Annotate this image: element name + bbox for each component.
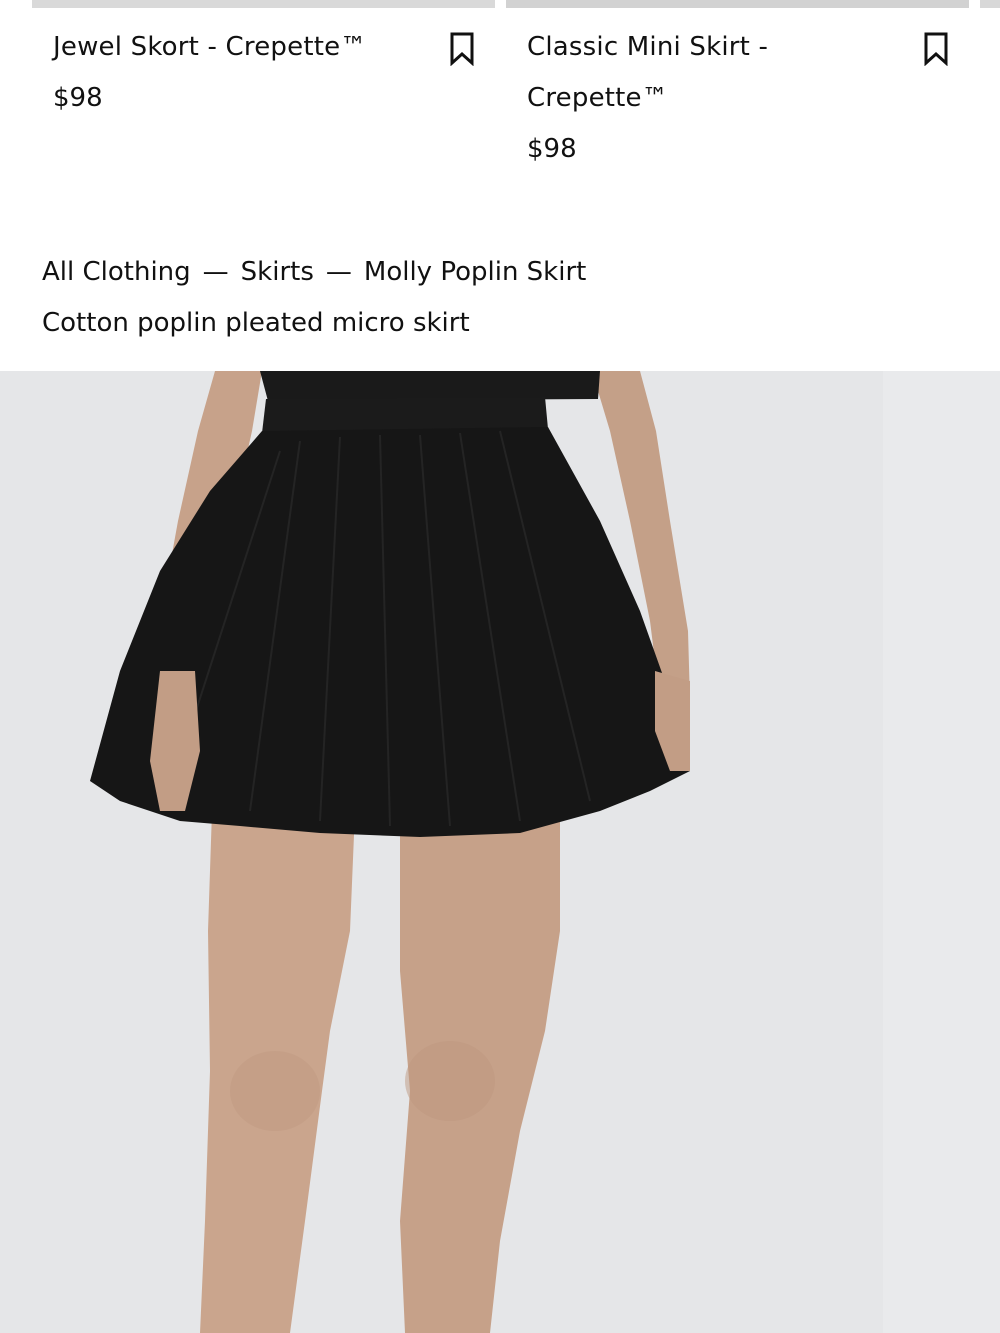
breadcrumb: All Clothing — Skirts — Molly Poplin Skirt [42,250,586,294]
product-card-price: $98 [53,83,103,113]
breadcrumb-skirts[interactable]: Skirts [241,257,314,287]
related-products-row: Jewel Skort - Crepette™ $98 Classic Mini… [0,0,1000,220]
breadcrumb-separator: — [325,257,352,287]
product-card-title[interactable]: Jewel Skort - Crepette™ [53,22,435,73]
bookmark-icon[interactable] [449,32,475,66]
product-card-info: Classic Mini Skirt - Crepette™ $98 [506,8,969,175]
product-image-next[interactable] [883,371,1000,1333]
product-subtitle: Cotton poplin pleated micro skirt [42,308,470,338]
product-card-price: $98 [527,134,577,164]
product-card-title[interactable]: Classic Mini Skirt - Crepette™ [527,22,909,124]
product-card-partial[interactable] [980,0,1000,8]
product-image[interactable] [0,371,883,1333]
product-card-title-line: Crepette™ [527,83,668,113]
bookmark-icon[interactable] [923,32,949,66]
product-card-jewel-skort[interactable]: Jewel Skort - Crepette™ $98 [32,0,495,124]
product-card-classic-mini-skirt[interactable]: Classic Mini Skirt - Crepette™ $98 [506,0,969,175]
product-card-title-line: Classic Mini Skirt - [527,32,769,62]
breadcrumb-separator: — [202,257,229,287]
breadcrumb-current: Molly Poplin Skirt [363,257,587,287]
product-card-image[interactable] [32,0,495,8]
product-card-info: Jewel Skort - Crepette™ $98 [32,8,495,124]
breadcrumb-all-clothing[interactable]: All Clothing [42,257,191,287]
product-card-image[interactable] [506,0,969,8]
